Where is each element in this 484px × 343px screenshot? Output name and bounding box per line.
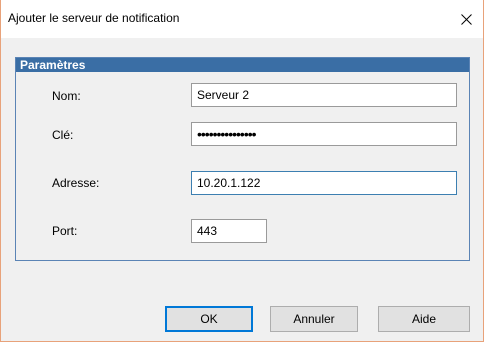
close-icon	[460, 13, 472, 25]
help-button[interactable]: Aide	[378, 306, 470, 332]
dialog-window: Ajouter le serveur de notification Param…	[0, 0, 484, 342]
key-field[interactable]: •••••••••••••••	[191, 122, 457, 146]
dialog-title: Ajouter le serveur de notification	[8, 11, 180, 25]
ok-button[interactable]: OK	[165, 306, 253, 332]
parameters-group: Paramètres Nom: Serveur 2 Clé: •••••••••…	[15, 57, 470, 261]
title-bar[interactable]: Ajouter le serveur de notification	[1, 0, 483, 38]
port-field[interactable]: 443	[191, 219, 267, 243]
cancel-button[interactable]: Annuler	[270, 306, 358, 332]
address-label: Adresse:	[52, 176, 100, 190]
name-label: Nom:	[52, 89, 81, 103]
key-label: Clé:	[52, 128, 74, 142]
close-button[interactable]	[449, 0, 483, 38]
address-field[interactable]: 10.20.1.122	[191, 171, 457, 195]
name-field[interactable]: Serveur 2	[191, 83, 457, 107]
port-label: Port:	[52, 224, 78, 238]
group-title: Paramètres	[16, 58, 469, 72]
